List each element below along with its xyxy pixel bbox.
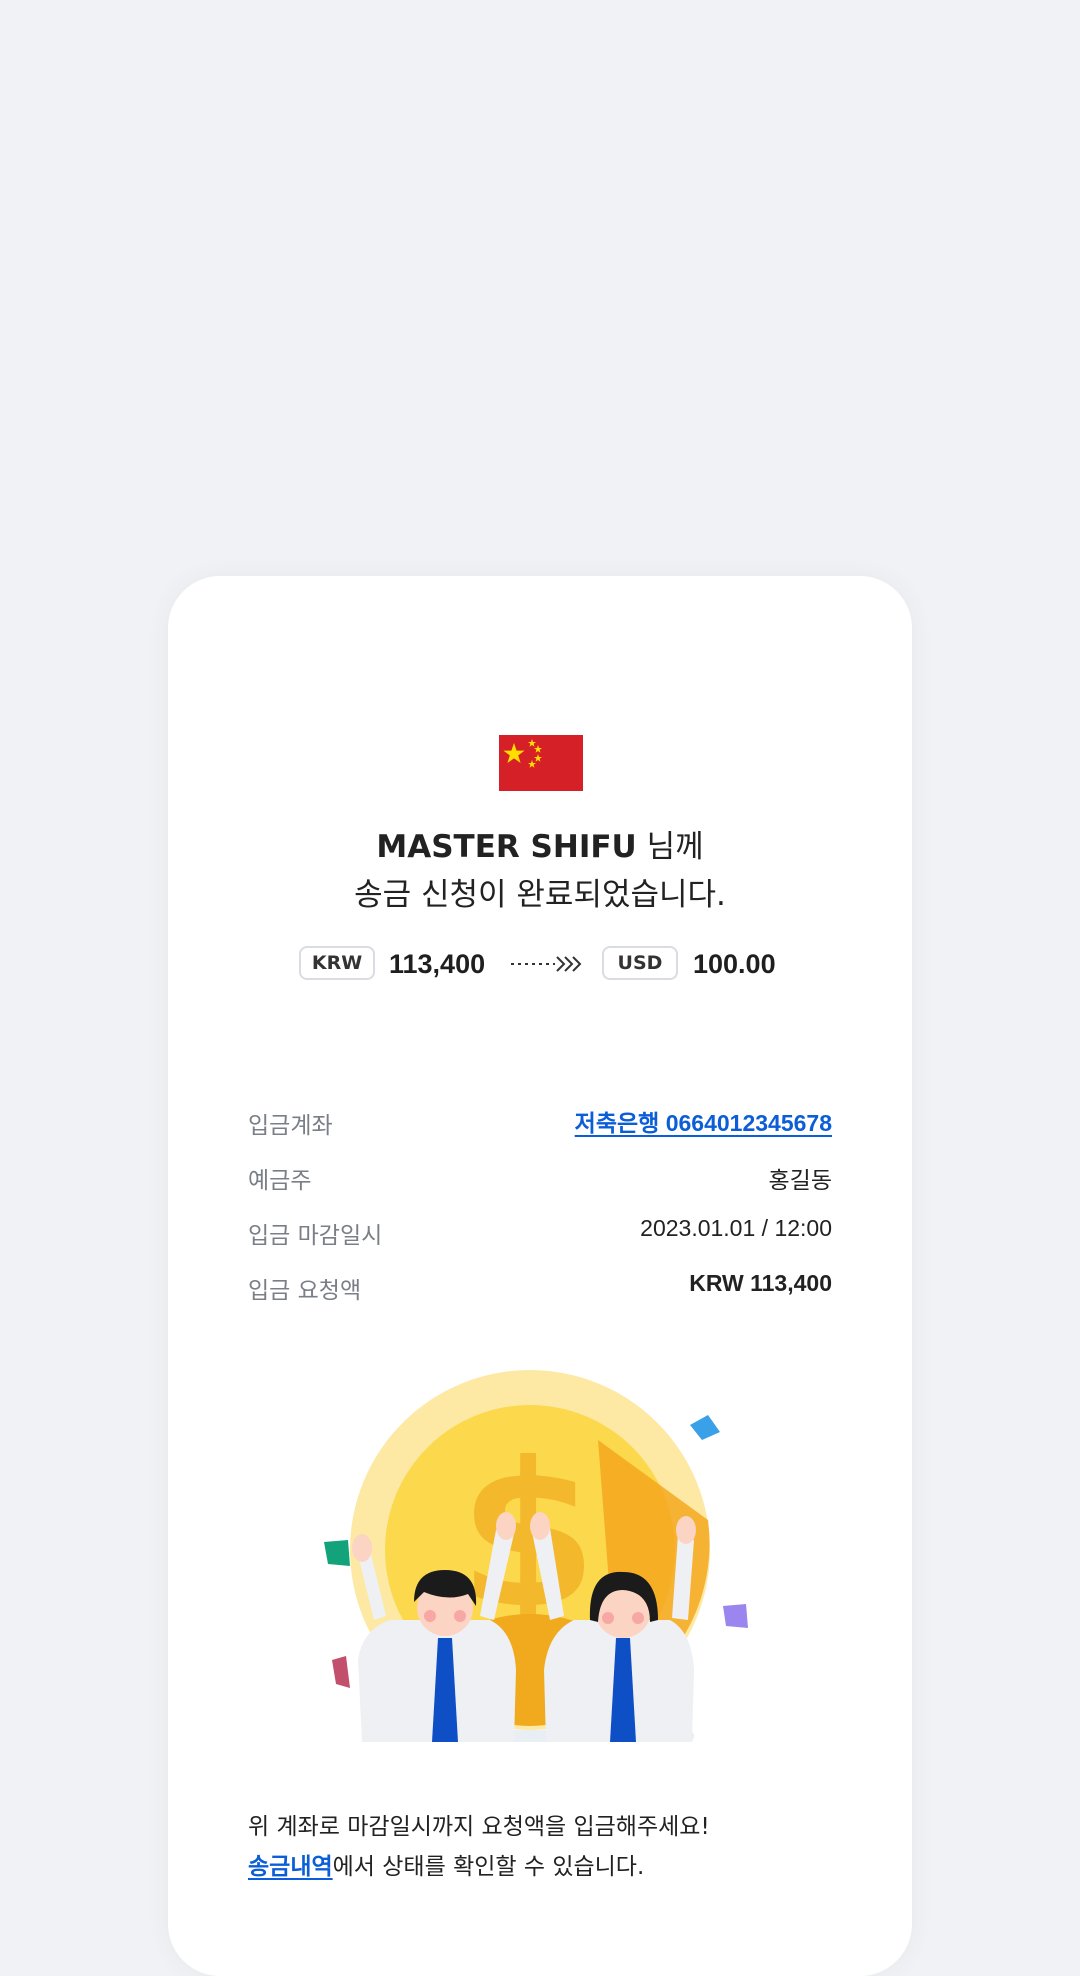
completion-message: 송금 신청이 완료되었습니다. — [354, 877, 726, 913]
deposit-deadline-value: 2023.01.01 / 12:00 — [640, 1215, 832, 1241]
celebration-illustration: $ — [324, 1370, 748, 1742]
to-currency-badge: USD — [602, 946, 678, 980]
from-currency-badge: KRW — [299, 946, 375, 980]
notice-line-2: 송금내역에서 상태를 확인할 수 있습니다. — [248, 1847, 644, 1887]
from-amount: 113,400 — [389, 949, 486, 979]
notice-line-2-text: 에서 상태를 확인할 수 있습니다. — [332, 1854, 645, 1880]
transfer-history-link[interactable]: 송금내역 — [248, 1854, 333, 1880]
recipient-name: MASTER SHIFU — [376, 829, 637, 865]
recipient-suffix: 님께 — [646, 829, 704, 865]
to-amount: 100.00 — [693, 949, 776, 979]
deposit-deadline-label: 입금 마감일시 — [248, 1223, 383, 1249]
requested-amount-value: KRW 113,400 — [689, 1270, 832, 1296]
deposit-account-link[interactable]: 저축은행 0664012345678 — [575, 1104, 832, 1138]
exchange-arrow-icon — [511, 956, 582, 972]
recipient-heading: MASTER SHIFU 님께 — [0, 825, 1080, 869]
deposit-account-label: 입금계좌 — [248, 1113, 333, 1139]
china-flag-icon — [499, 735, 583, 791]
requested-amount-label: 입금 요청액 — [248, 1278, 362, 1304]
account-holder-value: 홍길동 — [768, 1167, 832, 1193]
exchange-summary: KRW 113,400 USD 100.00 — [0, 944, 1080, 986]
notice-line-1: 위 계좌로 마감일시까지 요청액을 입금해주세요! — [248, 1814, 710, 1840]
account-holder-label: 예금주 — [248, 1168, 312, 1194]
